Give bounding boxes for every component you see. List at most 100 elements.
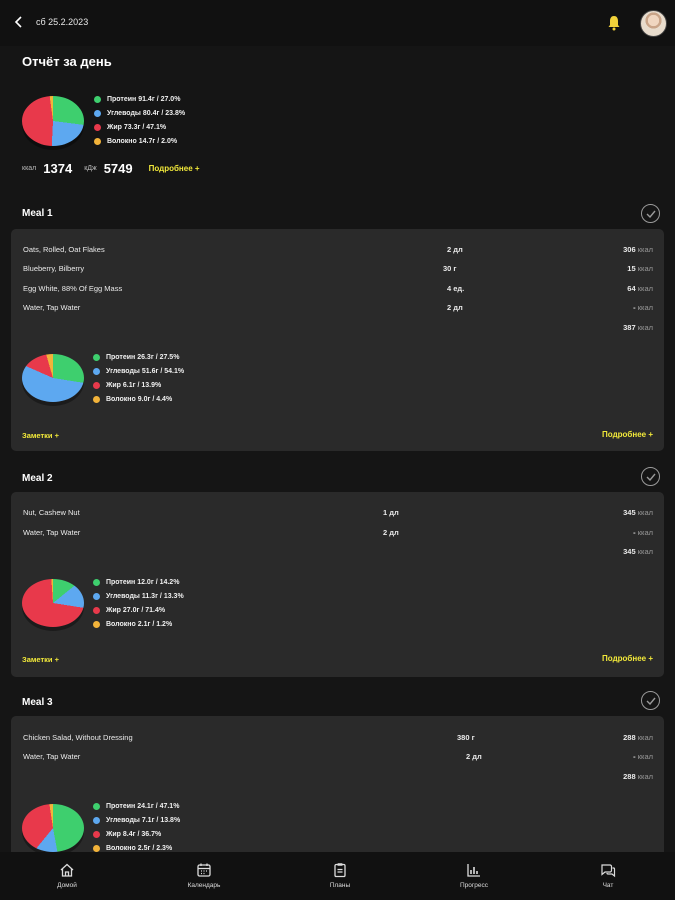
- food-name: Water, Tap Water: [23, 303, 81, 312]
- legend-label: Протеин 12.0г / 14.2%: [106, 578, 180, 586]
- food-kcal: - ккал: [633, 528, 653, 537]
- chat-icon: [601, 864, 616, 878]
- legend-label: Углеводы 51.6г / 54.1%: [106, 367, 185, 375]
- legend-item: Протеин 91.4г / 27.0%: [94, 92, 185, 106]
- food-kcal: - ккал: [633, 303, 653, 312]
- food-quantity: 2 дл: [447, 245, 463, 254]
- legend-item: Жир 8.4г / 36.7%: [93, 827, 180, 841]
- food-row[interactable]: Egg White, 88% Of Egg Mass 4 ед. 64 ккал: [11, 284, 664, 296]
- nav-label: Домой: [57, 882, 77, 889]
- legend-color-dot: [93, 367, 100, 375]
- food-kcal: 306 ккал: [623, 245, 653, 254]
- food-row[interactable]: Blueberry, Bilberry 30 г 15 ккал: [11, 264, 664, 276]
- meal-details-link[interactable]: Подробнее +: [602, 430, 653, 439]
- legend-item: Углеводы 11.3г / 13.3%: [93, 589, 184, 603]
- legend-item: Углеводы 80.4г / 23.8%: [94, 106, 185, 120]
- legend-color-dot: [94, 123, 101, 131]
- notes-button[interactable]: Заметки +: [22, 655, 59, 664]
- legend-label: Волокно 2.1г / 1.2%: [106, 620, 173, 628]
- report-details-link[interactable]: Подробнее +: [149, 164, 200, 173]
- legend-item: Волокно 9.0г / 4.4%: [93, 392, 184, 406]
- legend-color-dot: [93, 844, 100, 852]
- meal-macro-legend: Протеин 26.3г / 27.5% Углеводы 51.6г / 54…: [93, 350, 184, 406]
- food-quantity: 380 г: [457, 733, 475, 742]
- legend-item: Жир 27.0г / 71.4%: [93, 603, 184, 617]
- legend-label: Волокно 9.0г / 4.4%: [106, 395, 173, 403]
- nav-home[interactable]: Домой: [27, 862, 107, 889]
- nav-chat[interactable]: Чат: [568, 862, 648, 889]
- chevron-left-icon: [14, 16, 22, 28]
- bar-chart-icon: [467, 864, 480, 877]
- food-quantity: 2 дл: [447, 303, 463, 312]
- food-row[interactable]: Nut, Cashew Nut 1 дл 345 ккал: [11, 508, 664, 520]
- legend-color-dot: [94, 137, 101, 145]
- meal-done-toggle[interactable]: [641, 467, 660, 486]
- meal-title: Meal 1: [22, 208, 53, 219]
- calendar-icon: [197, 863, 211, 877]
- legend-color-dot: [93, 353, 100, 361]
- legend-item: Волокно 2.1г / 1.2%: [93, 617, 184, 631]
- meal-details-link[interactable]: Подробнее +: [602, 654, 653, 663]
- legend-color-dot: [93, 578, 100, 586]
- page-title: Отчёт за день: [22, 54, 112, 69]
- meal-title: Meal 3: [22, 697, 53, 708]
- bell-icon[interactable]: [607, 15, 621, 31]
- food-kcal: - ккал: [633, 752, 653, 761]
- legend-item: Жир 6.1г / 13.9%: [93, 378, 184, 392]
- meal-title: Meal 2: [22, 473, 53, 484]
- food-kcal: 345 ккал: [623, 508, 653, 517]
- check-icon: [646, 697, 656, 705]
- legend-label: Углеводы 7.1г / 13.8%: [106, 816, 181, 824]
- kj-value: 5749: [103, 161, 133, 176]
- nav-plans[interactable]: Планы: [300, 862, 380, 889]
- food-name: Chicken Salad, Without Dressing: [23, 733, 133, 742]
- legend-color-dot: [93, 592, 100, 600]
- nav-progress[interactable]: Прогресс: [434, 862, 514, 889]
- legend-color-dot: [93, 816, 100, 824]
- legend-label: Волокно 2.5г / 2.3%: [106, 844, 173, 852]
- nav-calendar[interactable]: Календарь: [164, 862, 244, 889]
- food-row[interactable]: Water, Tap Water 2 дл - ккал: [11, 303, 664, 315]
- legend-color-dot: [93, 802, 100, 810]
- meal-card: Chicken Salad, Without Dressing 380 г 28…: [11, 716, 664, 852]
- meal-macro-pie-chart: [22, 354, 84, 402]
- meal-card: Oats, Rolled, Oat Flakes 2 дл 306 ккал B…: [11, 229, 664, 451]
- meal-done-toggle[interactable]: [641, 691, 660, 710]
- legend-item: Протеин 26.3г / 27.5%: [93, 350, 184, 364]
- home-icon: [60, 863, 74, 877]
- legend-label: Жир 27.0г / 71.4%: [106, 606, 166, 614]
- kcal-value: 1374: [43, 161, 73, 176]
- food-row[interactable]: Oats, Rolled, Oat Flakes 2 дл 306 ккал: [11, 245, 664, 257]
- legend-item: Углеводы 51.6г / 54.1%: [93, 364, 184, 378]
- kj-unit: кДж: [84, 165, 97, 172]
- meal-macro-pie-chart: [22, 579, 84, 627]
- kcal-unit: ккал: [22, 165, 37, 172]
- food-row[interactable]: Chicken Salad, Without Dressing 380 г 28…: [11, 733, 664, 745]
- back-button[interactable]: [10, 13, 28, 31]
- legend-item: Волокно 14.7г / 2.0%: [94, 134, 185, 148]
- nav-label: Календарь: [187, 882, 221, 889]
- legend-color-dot: [94, 109, 101, 117]
- food-row[interactable]: Water, Tap Water 2 дл - ккал: [11, 752, 664, 764]
- meal-total-kcal: 345 ккал: [623, 547, 653, 556]
- date-label[interactable]: сб 25.2.2023: [36, 17, 88, 27]
- legend-item: Жир 73.3г / 47.1%: [94, 120, 185, 134]
- legend-label: Углеводы 11.3г / 13.3%: [106, 592, 184, 600]
- food-kcal: 288 ккал: [623, 733, 653, 742]
- food-row[interactable]: Water, Tap Water 2 дл - ккал: [11, 528, 664, 540]
- meal-card: Nut, Cashew Nut 1 дл 345 ккал Water, Tap…: [11, 492, 664, 677]
- daily-totals: ккал 1374 кДж 5749 Подробнее +: [22, 161, 200, 176]
- meal-macro-legend: Протеин 12.0г / 14.2% Углеводы 11.3г / 13…: [93, 575, 184, 631]
- bottom-nav: Домой Календарь Планы Прогресс Чат: [0, 852, 675, 900]
- food-quantity: 4 ед.: [447, 284, 465, 293]
- legend-color-dot: [93, 620, 100, 628]
- food-name: Water, Tap Water: [23, 528, 81, 537]
- legend-label: Протеин 26.3г / 27.5%: [106, 353, 180, 361]
- meal-total-kcal: 288 ккал: [623, 772, 653, 781]
- notes-button[interactable]: Заметки +: [22, 431, 59, 440]
- meal-done-toggle[interactable]: [641, 204, 660, 223]
- daily-macro-legend: Протеин 91.4г / 27.0% Углеводы 80.4г / 23…: [94, 92, 185, 148]
- food-quantity: 30 г: [443, 264, 457, 273]
- food-name: Egg White, 88% Of Egg Mass: [23, 284, 123, 293]
- avatar[interactable]: [640, 10, 667, 37]
